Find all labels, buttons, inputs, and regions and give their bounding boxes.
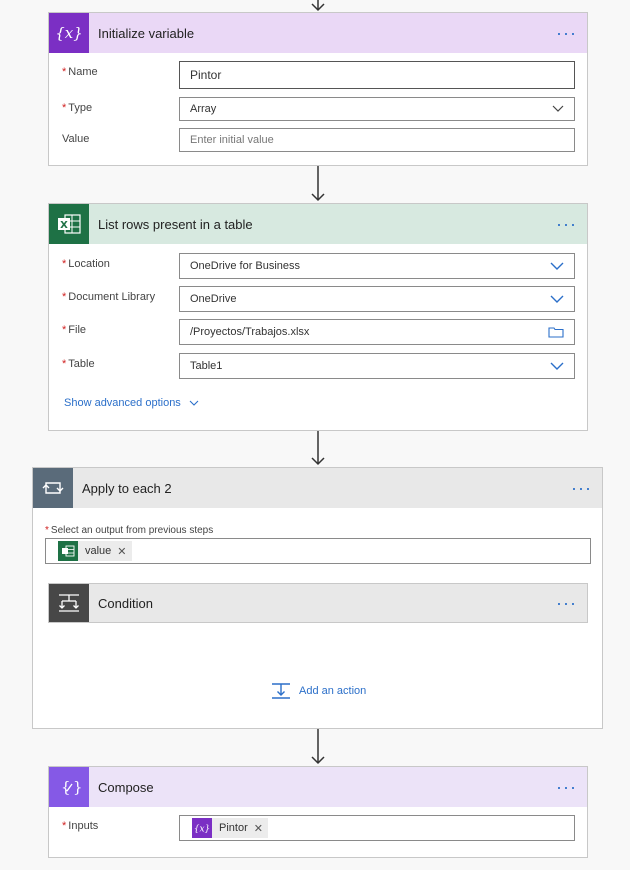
name-value: Pintor bbox=[190, 68, 222, 82]
svg-text:X: X bbox=[60, 220, 68, 231]
compose-header[interactable]: { } Compose ··· bbox=[49, 767, 587, 807]
connector-arrow-2 bbox=[311, 431, 325, 466]
svg-text:{𝑥}: {𝑥} bbox=[55, 24, 83, 42]
remove-token-icon[interactable]: ✕ bbox=[117, 545, 126, 558]
svg-text:{𝑥}: {𝑥} bbox=[194, 825, 211, 835]
list-rows-title: List rows present in a table bbox=[98, 216, 253, 232]
more-options-icon[interactable]: ··· bbox=[556, 594, 577, 612]
library-value: OneDrive bbox=[190, 293, 237, 305]
value-placeholder: Enter initial value bbox=[190, 134, 274, 146]
compose-card: { } Compose ··· * Inputs {𝑥} Pintor ✕ bbox=[48, 766, 588, 858]
file-value: /Proyectos/Trabajos.xlsx bbox=[190, 326, 310, 338]
inputs-field[interactable]: {𝑥} Pintor ✕ bbox=[179, 815, 575, 841]
type-value: Array bbox=[190, 103, 217, 115]
more-options-icon[interactable]: ··· bbox=[556, 215, 577, 233]
excel-icon bbox=[58, 541, 78, 561]
inputs-label: * Inputs bbox=[62, 820, 99, 832]
condition-icon bbox=[49, 584, 89, 622]
connector-arrow-top bbox=[311, 0, 325, 12]
value-token-label: value bbox=[85, 545, 112, 557]
variable-icon: {𝑥} bbox=[49, 13, 89, 53]
initialize-variable-title: Initialize variable bbox=[98, 25, 195, 41]
condition-card[interactable]: Condition ··· bbox=[48, 583, 588, 623]
value-token[interactable]: value ✕ bbox=[58, 541, 132, 561]
name-field[interactable]: Pintor bbox=[179, 61, 575, 89]
list-rows-header[interactable]: X List rows present in a table ··· bbox=[49, 204, 587, 244]
variable-icon: {𝑥} bbox=[192, 818, 212, 838]
folder-icon[interactable] bbox=[548, 326, 564, 338]
initialize-variable-header[interactable]: {𝑥} Initialize variable ··· bbox=[49, 13, 587, 53]
name-label: * Name bbox=[62, 66, 98, 78]
loop-icon bbox=[33, 468, 73, 508]
remove-token-icon[interactable]: ✕ bbox=[254, 822, 263, 835]
chevron-down-icon[interactable] bbox=[550, 262, 564, 270]
pintor-token[interactable]: {𝑥} Pintor ✕ bbox=[192, 818, 268, 838]
show-advanced-options-label: Show advanced options bbox=[64, 397, 181, 409]
apply-to-each-header[interactable]: Apply to each 2 ··· bbox=[33, 468, 602, 508]
excel-icon: X bbox=[49, 204, 89, 244]
location-value: OneDrive for Business bbox=[190, 260, 301, 272]
pintor-token-label: Pintor bbox=[219, 822, 248, 834]
library-label: * Document Library bbox=[62, 291, 156, 303]
chevron-down-icon[interactable] bbox=[550, 295, 564, 303]
add-an-action-button[interactable]: Add an action bbox=[271, 682, 366, 700]
add-action-icon bbox=[272, 683, 290, 699]
table-label: * Table bbox=[62, 358, 95, 370]
compose-title: Compose bbox=[98, 779, 154, 795]
select-output-label: * Select an output from previous steps bbox=[45, 525, 214, 536]
location-dropdown[interactable]: OneDrive for Business bbox=[179, 253, 575, 279]
add-an-action-label: Add an action bbox=[299, 685, 367, 697]
more-options-icon[interactable]: ··· bbox=[556, 24, 577, 42]
type-label: * Type bbox=[62, 102, 93, 114]
more-options-icon[interactable]: ··· bbox=[556, 778, 577, 796]
initialize-variable-card: {𝑥} Initialize variable ··· * Name Pintor… bbox=[48, 12, 588, 166]
show-advanced-options-link[interactable]: Show advanced options bbox=[64, 397, 199, 409]
chevron-down-icon[interactable] bbox=[550, 362, 564, 370]
condition-header[interactable]: Condition ··· bbox=[49, 584, 587, 622]
library-dropdown[interactable]: OneDrive bbox=[179, 286, 575, 312]
location-label: * Location bbox=[62, 258, 110, 270]
svg-text:}: } bbox=[73, 778, 82, 796]
type-dropdown[interactable]: Array bbox=[179, 97, 575, 121]
file-field[interactable]: /Proyectos/Trabajos.xlsx bbox=[179, 319, 575, 345]
connector-arrow-1 bbox=[311, 166, 325, 202]
connector-arrow-3 bbox=[311, 729, 325, 765]
value-field[interactable]: Enter initial value bbox=[179, 128, 575, 152]
file-label: * File bbox=[62, 324, 87, 336]
chevron-down-icon[interactable] bbox=[552, 105, 564, 113]
select-output-field[interactable]: value ✕ bbox=[45, 538, 591, 564]
chevron-down-icon bbox=[189, 400, 199, 406]
apply-to-each-title: Apply to each 2 bbox=[82, 480, 172, 496]
list-rows-card: X List rows present in a table ··· * Loca… bbox=[48, 203, 588, 431]
compose-icon: { } bbox=[49, 767, 89, 807]
condition-title: Condition bbox=[98, 595, 153, 611]
table-value: Table1 bbox=[190, 360, 223, 372]
more-options-icon[interactable]: ··· bbox=[571, 479, 592, 497]
table-dropdown[interactable]: Table1 bbox=[179, 353, 575, 379]
apply-to-each-card: Apply to each 2 ··· * Select an output fr… bbox=[32, 467, 603, 729]
value-label: Value bbox=[62, 133, 90, 145]
